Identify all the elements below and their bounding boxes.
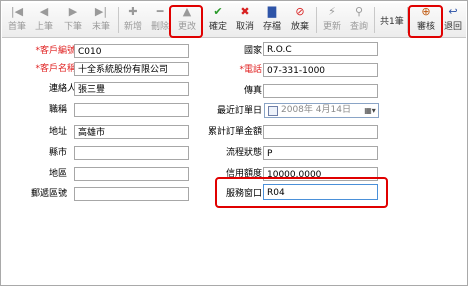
contact-label: 連絡人 xyxy=(48,84,76,94)
update-label: 更新 xyxy=(322,22,341,32)
zip-field[interactable] xyxy=(74,187,189,201)
customer-code-field[interactable]: C010 xyxy=(74,44,189,58)
last-order-date-value: 2008年 4月14日 xyxy=(281,105,351,115)
save-label: 存檔 xyxy=(262,22,281,32)
city-field[interactable] xyxy=(74,146,189,160)
workflow-label: 流程狀態 xyxy=(225,148,262,158)
service-window-highlight xyxy=(215,177,388,208)
cancel-label: 取消 xyxy=(235,22,254,32)
query-button[interactable]: ⚲ 查詢 xyxy=(347,3,371,37)
phone-label: *電話 xyxy=(239,65,262,75)
calendar-dropdown-icon[interactable]: ▦▾ xyxy=(364,105,376,116)
add-icon: ✚ xyxy=(128,5,138,18)
workflow-field[interactable]: P xyxy=(263,146,378,160)
country-field[interactable]: R.O.C xyxy=(263,42,378,56)
next-record-icon: ▶ xyxy=(68,5,78,18)
toolbar-separator xyxy=(374,7,375,33)
address-field[interactable]: 高雄市 xyxy=(74,125,189,139)
first-record-icon: |◀ xyxy=(10,5,24,18)
customer-code-label: *客戶編號 xyxy=(35,46,76,56)
return-button[interactable]: ↩ 退回 xyxy=(441,3,465,37)
return-label: 退回 xyxy=(443,22,462,32)
toolbar-separator xyxy=(118,7,119,33)
zip-label: 郵遞區號 xyxy=(30,189,67,199)
confirm-label: 確定 xyxy=(208,22,227,32)
region-label: 地區 xyxy=(48,169,67,179)
prev-record-button[interactable]: ◀ 上筆 xyxy=(32,3,56,37)
city-label: 縣市 xyxy=(48,148,67,158)
last-order-label: 最近訂單日 xyxy=(216,106,262,116)
cancel-icon: ✖ xyxy=(240,5,250,18)
toolbar: |◀ 首筆 ◀ 上筆 ▶ 下筆 ▶| 末筆 ✚ 新增 ━ 刪除 ▲ 更改 ✔ 確… xyxy=(2,3,466,38)
check-icon: ✔ xyxy=(213,5,223,18)
discard-label: 放棄 xyxy=(290,22,309,32)
address-label: 地址 xyxy=(48,127,67,137)
phone-field[interactable]: 07-331-1000 xyxy=(263,63,378,77)
fax-field[interactable] xyxy=(263,84,378,98)
first-record-button[interactable]: |◀ 首筆 xyxy=(5,3,29,37)
return-icon: ↩ xyxy=(448,5,458,18)
customer-name-label: *客戶名稱 xyxy=(35,64,76,74)
record-count: 共1筆 xyxy=(380,17,404,27)
contact-field[interactable]: 張三豐 xyxy=(74,82,189,96)
update-icon: ⚡ xyxy=(328,5,336,18)
query-label: 查詢 xyxy=(349,22,368,32)
next-record-button[interactable]: ▶ 下筆 xyxy=(61,3,85,37)
discard-button[interactable]: ⊘ 放棄 xyxy=(288,3,312,37)
fax-label: 傳真 xyxy=(243,86,262,96)
total-order-label: 累計訂單金額 xyxy=(207,127,262,137)
customer-name-field[interactable]: 十全系統股份有限公司 xyxy=(74,62,189,76)
last-record-label: 末筆 xyxy=(91,22,110,32)
next-record-label: 下筆 xyxy=(63,22,82,32)
prev-record-label: 上筆 xyxy=(34,22,53,32)
last-record-button[interactable]: ▶| 末筆 xyxy=(89,3,113,37)
last-order-date-picker[interactable]: 2008年 4月14日 ▦▾ xyxy=(264,103,379,118)
query-icon: ⚲ xyxy=(354,5,364,18)
prev-record-icon: ◀ xyxy=(39,5,49,18)
customer-window: |◀ 首筆 ◀ 上筆 ▶ 下筆 ▶| 末筆 ✚ 新增 ━ 刪除 ▲ 更改 ✔ 確… xyxy=(0,0,468,286)
save-button[interactable]: ▇ 存檔 xyxy=(260,3,284,37)
update-button[interactable]: ⚡ 更新 xyxy=(320,3,344,37)
region-field[interactable] xyxy=(74,167,189,181)
first-record-label: 首筆 xyxy=(7,22,26,32)
toolbar-separator xyxy=(316,7,317,33)
date-checkbox[interactable] xyxy=(268,106,278,116)
confirm-button[interactable]: ✔ 確定 xyxy=(206,3,230,37)
total-order-field[interactable] xyxy=(263,125,378,139)
last-record-icon: ▶| xyxy=(94,5,108,18)
add-label: 新增 xyxy=(123,22,142,32)
add-button[interactable]: ✚ 新增 xyxy=(121,3,145,37)
edit-highlight xyxy=(169,5,203,38)
approve-highlight xyxy=(408,5,443,38)
cancel-button[interactable]: ✖ 取消 xyxy=(233,3,257,37)
discard-icon: ⊘ xyxy=(295,5,305,18)
title-label: 職稱 xyxy=(48,105,67,115)
country-label: 國家 xyxy=(243,46,262,56)
title-field[interactable] xyxy=(74,103,189,117)
save-icon: ▇ xyxy=(267,5,277,18)
